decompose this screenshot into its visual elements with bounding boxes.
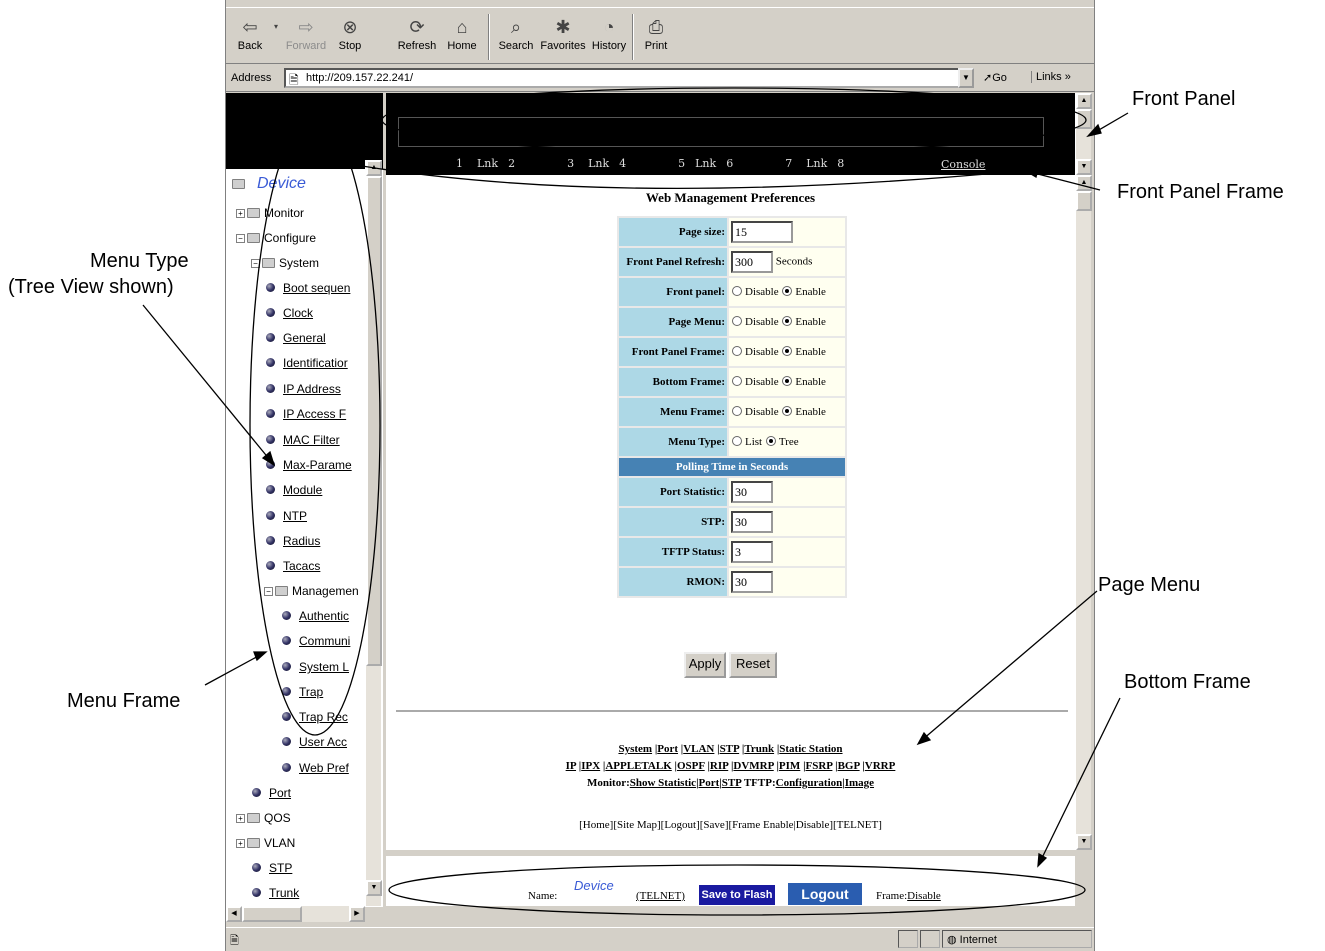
annotation-menu-type: Menu Type	[90, 250, 189, 272]
bottom-frame-ellipse	[388, 864, 1086, 916]
annotation-overlay	[142, 87, 1129, 916]
annotation-bottom-frame: Bottom Frame	[1124, 671, 1251, 693]
front-panel-frame-curve	[279, 149, 1031, 190]
front-panel-ellipse	[381, 87, 1087, 153]
annotation-page-menu: Page Menu	[1098, 574, 1201, 596]
arrow-head	[1037, 852, 1048, 868]
menu-frame-ellipse	[249, 114, 381, 736]
annotation-front-panel: Front Panel	[1132, 88, 1236, 110]
arrow-head	[1024, 168, 1039, 179]
arrow-head	[1086, 123, 1102, 138]
annotation-menu-frame: Menu Frame	[67, 690, 181, 712]
annotation-front-panel-frame: Front Panel Frame	[1117, 181, 1284, 203]
arrow-head	[253, 651, 268, 662]
annotation-menu-type-sub: (Tree View shown)	[8, 276, 174, 298]
